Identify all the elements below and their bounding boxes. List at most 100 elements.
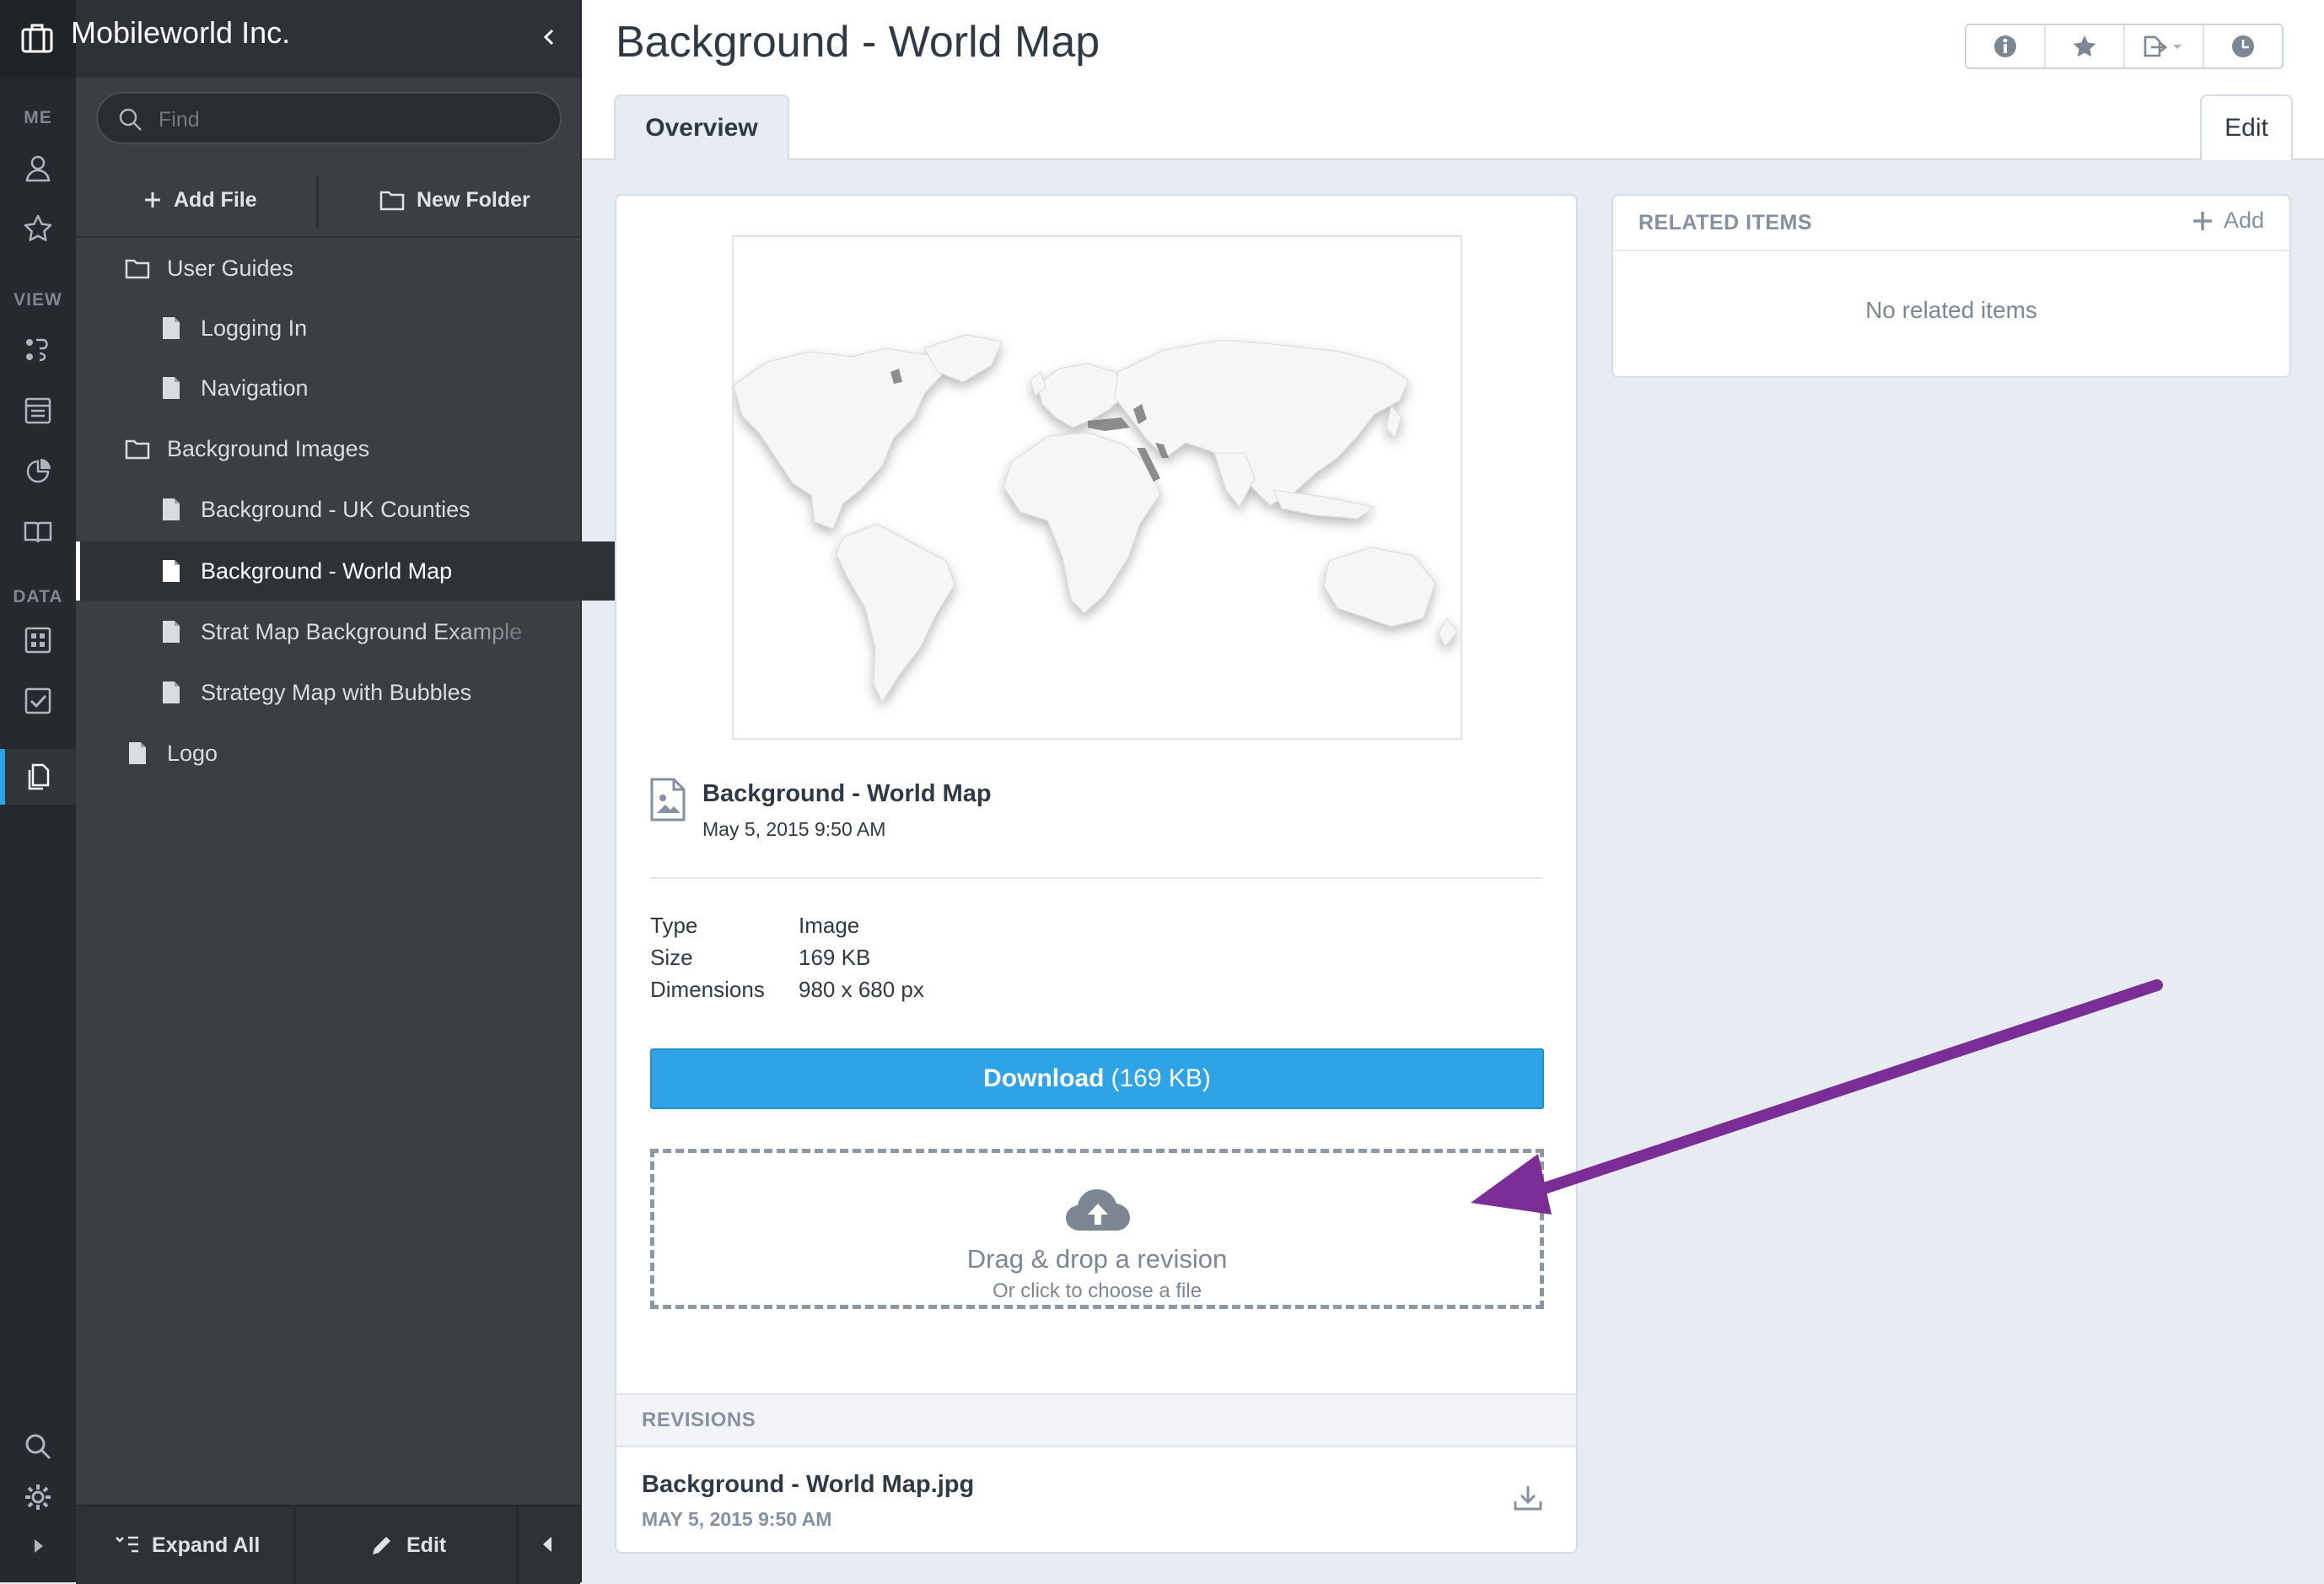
new-folder-button[interactable]: New Folder (379, 169, 530, 231)
image-preview[interactable] (732, 235, 1462, 740)
image-file-icon (650, 778, 686, 822)
expand-all-button[interactable]: Expand All (115, 1506, 260, 1584)
icon-rail: ME VIEW DATA (0, 0, 76, 1582)
search-input[interactable] (157, 102, 540, 137)
new-folder-label: New Folder (417, 187, 530, 212)
property-key: Dimensions (650, 977, 765, 1002)
tree-item-label: Strategy Map with Bubbles (201, 679, 472, 705)
revisions-title: REVISIONS (642, 1409, 756, 1431)
tree-item-label: Strat Map Background Example (201, 618, 523, 644)
plus-icon (145, 192, 160, 207)
scorecard-icon[interactable] (19, 621, 57, 660)
rail-section-data: DATA (13, 587, 63, 606)
gear-icon[interactable] (19, 1478, 57, 1517)
edit-tree-label: Edit (406, 1533, 447, 1557)
chevron-left-icon[interactable] (541, 27, 557, 47)
panel-header: Mobileworld Inc. (71, 0, 580, 78)
revision-date: MAY 5, 2015 9:50 AM (642, 1508, 832, 1530)
tree-item-label: Background - UK Counties (201, 496, 471, 522)
document-icon (157, 620, 186, 644)
folder-icon (123, 257, 152, 279)
file-properties: Type Image Size 169 KB Dimensions 980 x … (650, 913, 924, 1009)
info-icon (1994, 35, 2016, 57)
download-icon[interactable] (1513, 1484, 1543, 1511)
strategy-map-icon[interactable] (19, 331, 57, 369)
edit-tree-button[interactable]: Edit (369, 1506, 446, 1584)
tab-edit[interactable]: Edit (2200, 94, 2293, 160)
rail-section-me: ME (24, 108, 52, 127)
rail-header (0, 0, 76, 78)
expand-tree-icon (116, 1536, 138, 1553)
tree-item-strat-map-background-example[interactable]: Strat Map Background Example (76, 602, 661, 661)
share-button[interactable] (2125, 25, 2204, 67)
add-file-button[interactable]: Add File (143, 169, 257, 231)
document-icon (157, 559, 186, 583)
tree-item-label: User Guides (167, 255, 294, 281)
briefcase-icon[interactable] (20, 22, 54, 54)
revisions-header: REVISIONS (616, 1393, 1576, 1447)
revision-dropzone[interactable]: Drag & drop a revision Or click to choos… (650, 1149, 1544, 1309)
tree-item-strategy-map-with-bubbles[interactable]: Strategy Map with Bubbles (76, 663, 661, 722)
search-icon (119, 108, 142, 131)
add-related-button[interactable]: Add (2192, 207, 2264, 234)
tree-item-background-uk-counties[interactable]: Background - UK Counties (76, 480, 661, 539)
property-row: Size 169 KB (650, 945, 924, 977)
related-items-card: RELATED ITEMS Add No related items (1611, 194, 2291, 378)
history-button[interactable] (2204, 25, 2282, 67)
star-icon (2073, 35, 2096, 57)
files-icon[interactable] (19, 757, 57, 796)
file-name: Background - World Map (702, 780, 992, 807)
property-row: Dimensions 980 x 680 px (650, 977, 924, 1009)
dashboard-icon[interactable] (19, 391, 57, 430)
rail-section-view: VIEW (13, 290, 62, 310)
star-icon[interactable] (19, 209, 57, 248)
pie-chart-icon[interactable] (19, 452, 57, 491)
tree-item-logging-in[interactable]: Logging In (76, 299, 661, 358)
panel-footer: Expand All Edit (76, 1505, 580, 1584)
tree-item-logo[interactable]: Logo (76, 724, 627, 783)
tree-item-label: Navigation (201, 374, 309, 401)
tree-item-navigation[interactable]: Navigation (76, 358, 661, 418)
toolbar-divider (316, 175, 319, 228)
tree-item-label: Background - World Map (201, 558, 453, 584)
clock-icon (2232, 35, 2254, 57)
panel-toolbar: Add File New Folder (76, 169, 580, 238)
user-icon[interactable] (19, 148, 57, 187)
folder-icon (123, 438, 152, 460)
world-map-image (734, 237, 1461, 738)
expand-rail-icon[interactable] (19, 1527, 57, 1565)
brand-name: Mobileworld Inc. (71, 15, 291, 50)
info-button[interactable] (1966, 25, 2046, 67)
dropzone-subtext: Or click to choose a file (992, 1280, 1202, 1302)
tab-overview[interactable]: Overview (614, 94, 789, 160)
favorite-button[interactable] (2046, 25, 2125, 67)
dropzone-text: Drag & drop a revision (966, 1244, 1228, 1274)
file-tree-panel: Mobileworld Inc. Add File New Folder Use… (71, 0, 661, 1584)
add-related-label: Add (2223, 207, 2264, 233)
checkbox-icon[interactable] (19, 682, 57, 720)
book-icon[interactable] (19, 513, 57, 552)
document-icon (157, 681, 186, 704)
page-title: Background - World Map (616, 18, 1100, 67)
tree-item-background-world-map[interactable]: Background - World Map (76, 541, 661, 601)
search-icon[interactable] (19, 1427, 57, 1466)
download-button[interactable]: Download (169 KB) (650, 1048, 1544, 1109)
pencil-icon (373, 1537, 390, 1554)
search-field[interactable] (96, 92, 562, 144)
property-row: Type Image (650, 913, 924, 945)
download-label: Download (983, 1064, 1105, 1092)
tree-item-label: Logo (167, 740, 218, 766)
expand-all-label: Expand All (152, 1533, 261, 1557)
divider (650, 877, 1542, 879)
tree-item-background-images[interactable]: Background Images (76, 419, 627, 478)
property-value: 980 x 680 px (799, 977, 924, 1002)
folder-icon (379, 191, 405, 211)
property-key: Size (650, 945, 693, 970)
collapse-panel-icon[interactable] (538, 1533, 557, 1555)
tree-item-user-guides[interactable]: User Guides (76, 239, 627, 298)
revision-name[interactable]: Background - World Map.jpg (642, 1471, 974, 1499)
document-icon (157, 376, 186, 400)
related-items-title: RELATED ITEMS (1638, 211, 1813, 234)
page-header: Background - World Map Overview Edit (582, 0, 2324, 160)
download-size: (169 KB) (1111, 1064, 1211, 1092)
